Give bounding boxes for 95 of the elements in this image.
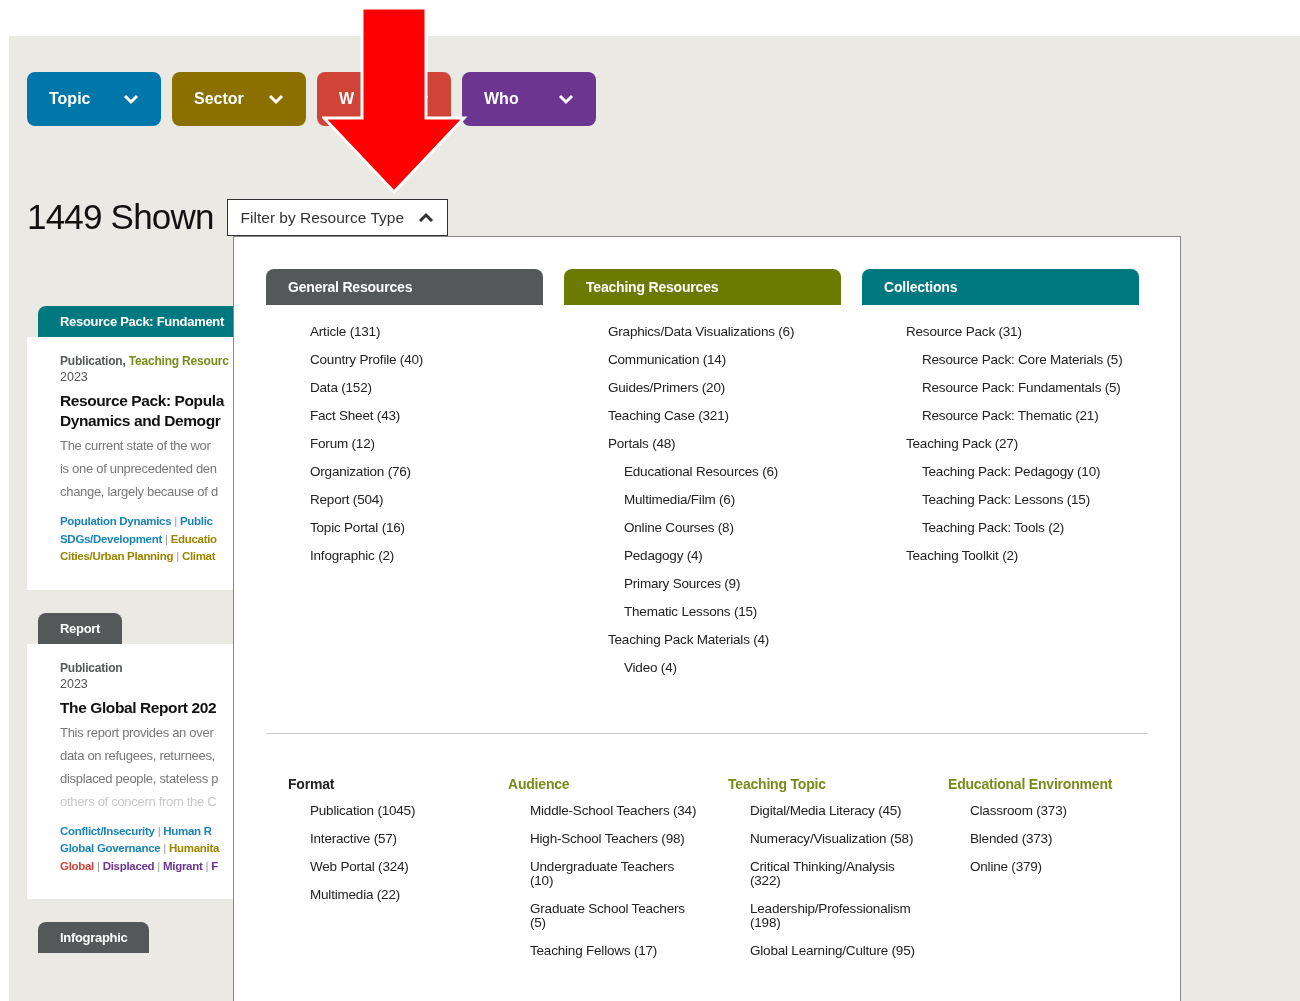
subcategory-option[interactable]: Multimedia/Film (6) (624, 492, 735, 507)
category-option[interactable]: Graduate School Teachers (5) (530, 902, 698, 930)
category-option[interactable]: Multimedia (22) (310, 888, 478, 902)
section-header: Teaching Resources (564, 269, 841, 305)
subcategory-option[interactable]: Online Courses (8) (624, 520, 734, 535)
section-header: General Resources (266, 269, 543, 305)
section-header: Collections (862, 269, 1139, 305)
description-line: This report provides an over (60, 723, 215, 742)
subcategory-option[interactable]: Resource Pack: Core Materials (5) (922, 352, 1123, 367)
group-heading: Format (288, 776, 336, 792)
category-option[interactable]: Numeracy/Visualization (58) (750, 832, 918, 846)
subcategory-option[interactable]: Video (4) (624, 660, 677, 675)
category-option[interactable]: Middle-School Teachers (34) (530, 804, 698, 818)
tag-link[interactable]: Humanita (169, 842, 220, 854)
category-option[interactable]: Country Profile (40) (310, 352, 424, 367)
subcategory-option[interactable]: Teaching Pack: Pedagogy (10) (922, 464, 1101, 479)
filter-button[interactable]: Sector (172, 72, 306, 126)
category-option[interactable]: Teaching Toolkit (2) (906, 548, 1019, 563)
separator: | (174, 515, 177, 527)
category-option[interactable]: Undergraduate Teachers (10) (530, 860, 698, 888)
tag-link[interactable]: Migrant (163, 859, 203, 872)
resource-type: Teaching Resourc (128, 354, 229, 368)
category-option[interactable]: Communication (14) (608, 352, 726, 367)
category-option[interactable]: Publication (1045) (310, 804, 478, 818)
separator: | (163, 842, 167, 854)
tag-link[interactable]: F (211, 859, 218, 872)
category-option[interactable]: Digital/Media Literacy (45) (750, 804, 918, 818)
category-option[interactable]: Portals (48) (608, 436, 676, 451)
subcategory-option[interactable]: Resource Pack: Fundamentals (5) (922, 380, 1121, 395)
separator: , (122, 354, 127, 368)
category-option[interactable]: Classroom (373) (970, 804, 1138, 818)
separator: | (97, 859, 100, 872)
description-line: data on refugees, returnees, (60, 746, 216, 765)
tag-link[interactable]: Global Governance (60, 842, 161, 854)
card-title[interactable]: The Global Report 202 (60, 697, 233, 718)
category-option[interactable]: Teaching Case (321) (608, 408, 729, 423)
description-line: The current state of the wor (60, 437, 212, 455)
subcategory-option[interactable]: Thematic Lessons (15) (624, 604, 758, 619)
category-option[interactable]: Infographic (2) (310, 548, 395, 563)
tag-link[interactable]: Educatio (170, 532, 217, 545)
category-option[interactable]: Leadership/Professionalism (198) (750, 902, 918, 930)
separator: | (164, 532, 168, 545)
results-count: 1449 Shown (27, 197, 214, 237)
filter-button[interactable]: Who (462, 72, 596, 126)
category-option[interactable]: High-School Teachers (98) (530, 832, 698, 846)
category-option[interactable]: Web Portal (324) (310, 860, 478, 874)
category-option[interactable]: Teaching Pack Materials (4) (608, 632, 770, 647)
category-option[interactable]: Interactive (57) (310, 832, 478, 846)
tag-link[interactable]: Population Dynamics (60, 515, 172, 527)
subcategory-option[interactable]: Teaching Pack: Lessons (15) (922, 492, 1090, 507)
category-option[interactable]: Critical Thinking/Analysis (322) (750, 860, 918, 888)
category-option[interactable]: Forum (12) (310, 436, 375, 451)
category-option[interactable]: Guides/Primers (20) (608, 380, 725, 395)
separator: | (176, 550, 179, 562)
category-option[interactable]: Article (131) (310, 324, 381, 339)
category-option[interactable]: Data (152) (310, 380, 372, 395)
subcategory-option[interactable]: Resource Pack: Thematic (21) (922, 408, 1099, 423)
category-option[interactable]: Graphics/Data Visualizations (6) (608, 324, 795, 339)
card-title[interactable]: Resource Pack: Popula Dynamics and Demogr (60, 391, 233, 431)
category-option[interactable]: Report (504) (310, 492, 384, 507)
tag-link[interactable]: Displaced (102, 859, 155, 872)
tag-link[interactable]: Global (60, 859, 94, 872)
category-option[interactable]: Topic Portal (16) (310, 520, 405, 535)
group-heading: Audience (508, 776, 571, 792)
separator: | (157, 824, 161, 837)
category-option[interactable]: Global Learning/Culture (95) (750, 944, 918, 958)
group-heading: Teaching Topic (728, 776, 827, 792)
tag-link[interactable]: Conflict/Insecurity (60, 824, 155, 837)
subcategory-option[interactable]: Pedagogy (4) (624, 548, 703, 563)
category-option[interactable]: Blended (373) (970, 832, 1138, 846)
tag-link[interactable]: Human R (163, 824, 212, 837)
filter-button[interactable]: Topic (27, 72, 161, 126)
description-line: change, largely because of d (60, 483, 219, 501)
separator: | (157, 859, 160, 872)
tag-link[interactable]: SDGs/Development (60, 532, 162, 545)
category-option[interactable]: Organization (76) (310, 464, 411, 479)
resource-type: Publication (60, 660, 123, 675)
category-option[interactable]: Fact Sheet (43) (310, 408, 401, 423)
description-line: displaced people, stateless p (60, 769, 220, 788)
subcategory-option[interactable]: Educational Resources (6) (624, 464, 779, 479)
resource-type-dropdown[interactable]: Filter by Resource Type (226, 198, 448, 236)
tag-link[interactable]: Public (179, 515, 213, 527)
tag-link[interactable]: Cities/Urban Planning (60, 550, 174, 562)
year: 2023 (60, 369, 89, 385)
subcategory-option[interactable]: Primary Sources (9) (624, 576, 741, 591)
subcategory-option[interactable]: Teaching Pack: Tools (2) (922, 520, 1065, 535)
category-option[interactable]: Online (379) (970, 860, 1138, 874)
group-heading: Educational Environment (948, 776, 1114, 792)
category-option[interactable]: Resource Pack (31) (906, 324, 1022, 339)
category-option[interactable]: Teaching Pack (27) (906, 436, 1018, 451)
category-option[interactable]: Teaching Fellows (17) (530, 944, 698, 958)
separator: | (205, 859, 209, 872)
year: 2023 (60, 675, 89, 692)
description-line: is one of unprecedented den (60, 460, 218, 478)
tag-link[interactable]: Climat (181, 550, 216, 562)
